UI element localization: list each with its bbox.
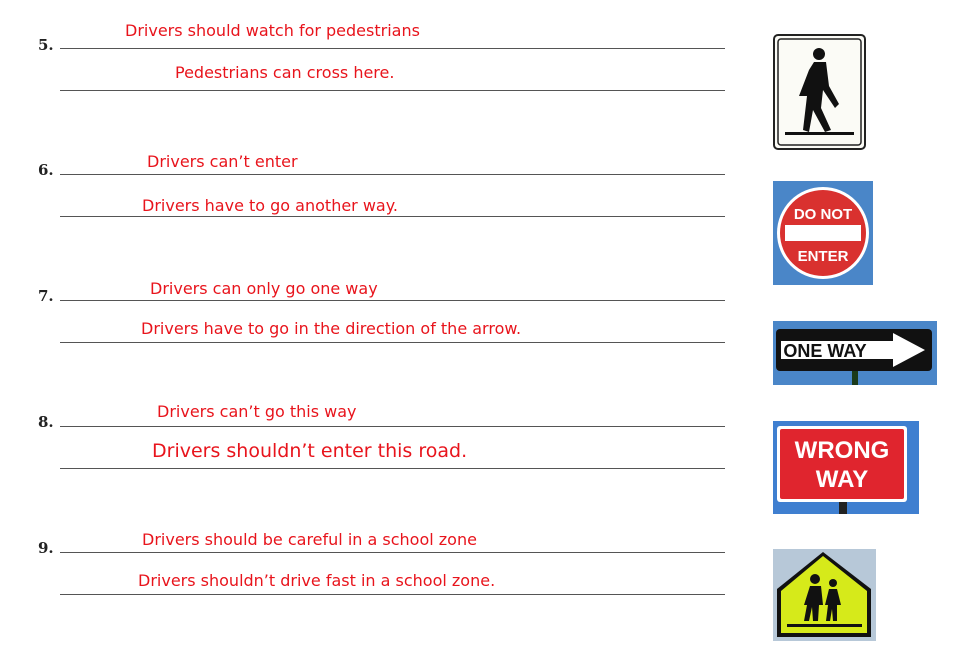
answer-text: Drivers have to go another way. [140,196,400,215]
answer-text: Drivers shouldn’t drive fast in a school… [136,571,498,590]
answer-line [60,90,725,91]
answer-line [60,48,725,49]
one-way-text: ONE WAY [783,341,866,361]
do-not-enter-top-text: DO NOT [794,206,852,223]
answer-line [60,594,725,595]
answer-text: Drivers can’t enter [145,152,300,171]
one-way-sign-icon: ONE WAY [773,321,937,385]
do-not-enter-bottom-text: ENTER [798,248,849,265]
answer-text: Drivers shouldn’t enter this road. [150,440,470,462]
wrong-way-sign-icon: WRONG WAY [773,421,919,514]
wrong-way-bottom-text: WAY [816,466,868,493]
answer-text: Drivers should be careful in a school zo… [140,530,479,549]
answer-line [60,300,725,301]
answer-text: Pedestrians can cross here. [173,63,397,82]
do-not-enter-sign-icon: DO NOT ENTER [773,181,873,285]
item-number: 6. [38,161,54,179]
answer-text: Drivers can only go one way [148,279,380,298]
answer-line [60,342,725,343]
item-number: 9. [38,539,54,557]
answer-line [60,174,725,175]
pedestrian-crossing-sign-icon [773,34,866,150]
item-number: 5. [38,36,54,54]
school-crossing-sign-icon [773,549,876,641]
answer-line [60,552,725,553]
answer-text: Drivers have to go in the direction of t… [139,319,524,338]
answer-text: Drivers should watch for pedestrians [123,21,422,40]
wrong-way-top-text: WRONG [795,437,890,464]
answer-line [60,468,725,469]
item-number: 8. [38,413,54,431]
answer-text: Drivers can’t go this way [155,402,359,421]
answer-line [60,216,725,217]
item-number: 7. [38,287,54,305]
answer-line [60,426,725,427]
